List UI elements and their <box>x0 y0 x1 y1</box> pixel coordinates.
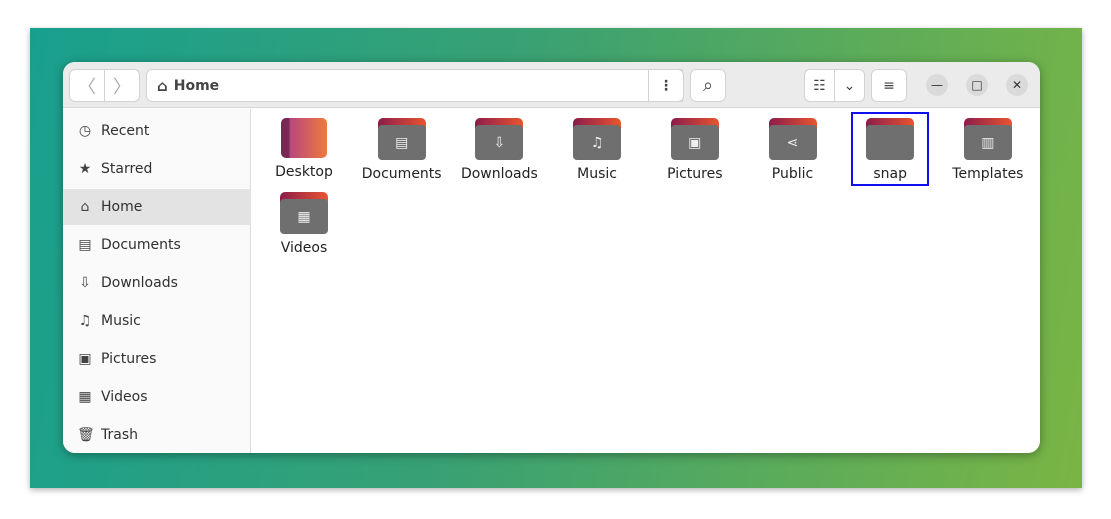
sidebar-item-label: Trash <box>101 427 138 443</box>
file-name: Documents <box>361 166 442 182</box>
folder-icon: ▤ <box>377 118 426 160</box>
file-name: Downloads <box>460 166 538 182</box>
sidebar-item-recent[interactable]: ◷ Recent <box>63 113 251 149</box>
folder-icon: ▦ <box>280 192 328 234</box>
desktop-folder-icon <box>281 118 327 158</box>
sidebar-item-label: Home <box>101 199 143 215</box>
search-button[interactable]: ⌕ <box>690 69 726 102</box>
sidebar-item-starred[interactable]: ★ Starred <box>63 151 251 187</box>
sidebar-item-label: Documents <box>101 237 181 253</box>
documents-icon: ▤ <box>78 237 92 253</box>
folder-glyph-icon: ▣ <box>670 125 719 160</box>
file-name: Videos <box>280 240 328 256</box>
search-icon: ⌕ <box>702 75 714 96</box>
header-bar: 〈 〉 ⌂ Home ⋮ ⌕ ☷ ⌄ ≡ — □ ✕ <box>63 62 1040 108</box>
videos-icon: ▦ <box>78 389 92 405</box>
file-item-music[interactable]: ♫ Music <box>551 118 643 182</box>
sidebar-item-label: Starred <box>101 161 153 177</box>
sidebar-item-label: Pictures <box>101 351 157 367</box>
file-item-videos[interactable]: ▦ Videos <box>258 192 350 256</box>
navigation-buttons: 〈 〉 <box>69 69 140 102</box>
folder-glyph-icon: ▤ <box>377 125 426 160</box>
trash-icon: 🗑 <box>77 427 95 443</box>
music-icon: ♫ <box>78 313 92 329</box>
file-manager-window: 〈 〉 ⌂ Home ⋮ ⌕ ☷ ⌄ ≡ — □ ✕ ◷ Recent ★ Starr… <box>63 62 1040 453</box>
recent-icon: ◷ <box>78 123 92 139</box>
file-name: Templates <box>952 166 1024 182</box>
close-button[interactable]: ✕ <box>1006 74 1028 96</box>
folder-glyph-icon: ▦ <box>280 199 328 234</box>
pictures-icon: ▣ <box>78 351 92 367</box>
folder-icon: ▣ <box>670 118 719 160</box>
minimize-button[interactable]: — <box>926 74 948 96</box>
folder-glyph-icon: ⇩ <box>475 125 524 160</box>
file-name: Desktop <box>275 164 333 180</box>
file-name: Public <box>771 166 814 182</box>
sidebar-item-downloads[interactable]: ⇩ Downloads <box>63 265 251 301</box>
path-label: Home <box>173 77 220 94</box>
sidebar-item-home[interactable]: ⌂ Home <box>63 189 251 225</box>
maximize-button[interactable]: □ <box>966 74 988 96</box>
file-item-templates[interactable]: ▥ Templates <box>942 118 1034 182</box>
path-bar[interactable]: ⌂ Home <box>146 69 683 102</box>
sidebar-item-trash[interactable]: 🗑 Trash <box>63 417 251 453</box>
home-icon: ⌂ <box>157 76 168 95</box>
back-button[interactable]: 〈 <box>70 70 105 101</box>
list-view-button[interactable]: ☷ <box>805 70 835 101</box>
folder-icon: ⇩ <box>475 118 524 160</box>
selection-highlight <box>851 112 929 186</box>
sidebar-item-label: Recent <box>101 123 150 139</box>
file-item-public[interactable]: ⋖ Public <box>747 118 839 182</box>
view-options-button[interactable]: ⌄ <box>835 70 864 101</box>
folder-glyph-icon: ▥ <box>963 125 1012 160</box>
downloads-icon: ⇩ <box>79 275 91 291</box>
sidebar-item-label: Videos <box>101 389 148 405</box>
folder-icon: ▥ <box>963 118 1012 160</box>
folder-icon: ⋖ <box>768 118 817 160</box>
main-menu-button[interactable]: ≡ <box>871 69 907 102</box>
file-item-documents[interactable]: ▤ Documents <box>356 118 448 182</box>
sidebar-item-music[interactable]: ♫ Music <box>63 303 251 339</box>
sidebar-item-label: Downloads <box>101 275 178 291</box>
file-item-downloads[interactable]: ⇩ Downloads <box>453 118 545 182</box>
file-item-desktop[interactable]: Desktop <box>258 118 350 180</box>
view-toggle: ☷ ⌄ <box>804 69 865 102</box>
file-name: Pictures <box>667 166 723 182</box>
folder-glyph-icon: ♫ <box>573 125 622 160</box>
forward-button[interactable]: 〉 <box>105 70 139 101</box>
sidebar-item-documents[interactable]: ▤ Documents <box>63 227 251 263</box>
file-item-pictures[interactable]: ▣ Pictures <box>649 118 741 182</box>
sidebar-item-pictures[interactable]: ▣ Pictures <box>63 341 251 377</box>
folder-icon: ♫ <box>573 118 622 160</box>
sidebar-item-label: Music <box>101 313 141 329</box>
folder-glyph-icon: ⋖ <box>768 125 817 160</box>
home-icon: ⌂ <box>80 199 90 215</box>
sidebar-item-videos[interactable]: ▦ Videos <box>63 379 251 415</box>
sidebar: ◷ Recent ★ Starred ⌂ Home ▤ Documents ⇩ Downloads… <box>63 109 251 453</box>
path-menu-button[interactable]: ⋮ <box>648 69 684 102</box>
starred-icon: ★ <box>78 161 92 177</box>
file-name: Music <box>577 166 618 182</box>
